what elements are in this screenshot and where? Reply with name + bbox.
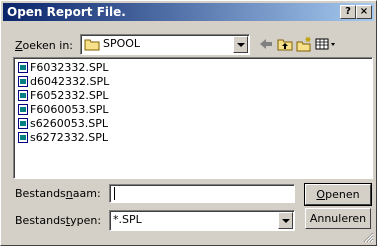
spl-file-icon	[18, 62, 28, 73]
spl-file-icon	[18, 76, 28, 87]
look-in-dropdown[interactable]: SPOOL	[80, 34, 250, 55]
file-name: s6272332.SPL	[30, 131, 108, 144]
help-button[interactable]: ?	[340, 5, 356, 19]
look-in-dropdown-button[interactable]	[233, 36, 248, 53]
file-name: d6042332.SPL	[30, 75, 110, 88]
list-item[interactable]: F6060053.SPL	[18, 103, 109, 117]
spl-file-icon	[18, 118, 28, 129]
open-report-dialog: Open Report File. ? × Zoeken in: SPOOL F…	[0, 0, 377, 246]
cancel-button[interactable]: Annuleren	[305, 208, 371, 229]
filetype-label: Bestandstypen:	[15, 214, 102, 227]
close-button[interactable]: ×	[356, 5, 372, 19]
title-bar[interactable]: Open Report File. ? ×	[3, 3, 374, 21]
spl-file-icon	[18, 90, 28, 101]
list-item[interactable]: s6260053.SPL	[18, 117, 108, 131]
list-item[interactable]: s6272332.SPL	[18, 131, 108, 145]
up-folder-icon[interactable]	[276, 36, 294, 52]
list-item[interactable]: F6052332.SPL	[18, 89, 109, 103]
spl-file-icon	[18, 132, 28, 143]
text-caret	[114, 187, 115, 200]
filetype-dropdown[interactable]: *.SPL	[109, 210, 295, 231]
look-in-value: SPOOL	[103, 37, 141, 50]
file-list[interactable]: F6032332.SPL d6042332.SPL F6052332.SPL F…	[13, 57, 373, 179]
back-arrow-icon[interactable]	[257, 36, 275, 52]
list-item[interactable]: d6042332.SPL	[18, 75, 109, 89]
filetype-value: *.SPL	[113, 213, 142, 226]
file-name: F6052332.SPL	[30, 89, 109, 102]
open-button[interactable]: Openen	[304, 183, 372, 206]
filename-input[interactable]	[109, 184, 295, 203]
view-menu-icon[interactable]	[314, 36, 338, 52]
filetype-dropdown-button[interactable]	[278, 212, 293, 229]
new-folder-icon[interactable]	[295, 36, 313, 52]
file-name: s6260053.SPL	[30, 117, 108, 130]
file-name: F6032332.SPL	[30, 61, 109, 74]
folder-icon	[84, 39, 100, 51]
look-in-label: Zoeken in:	[15, 39, 73, 52]
filename-label: Bestandsnaam:	[15, 187, 101, 200]
list-item[interactable]: F6032332.SPL	[18, 61, 109, 75]
dialog-title: Open Report File.	[7, 5, 126, 19]
file-name: F6060053.SPL	[30, 103, 109, 116]
resize-grip-icon[interactable]	[363, 232, 374, 243]
spl-file-icon	[18, 104, 28, 115]
